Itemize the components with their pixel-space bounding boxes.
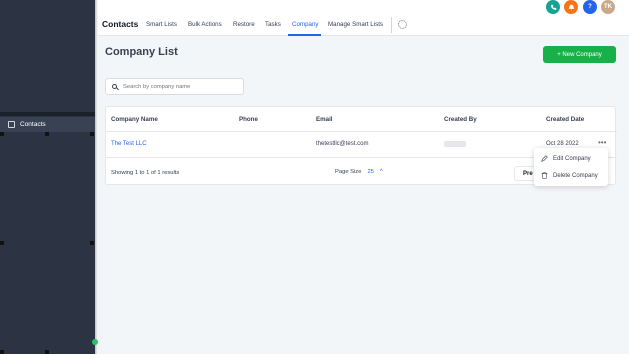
pagination-summary: Showing 1 to 1 of 1 results [111, 170, 180, 176]
column-header-email[interactable]: Email [316, 116, 333, 123]
gear-icon[interactable] [398, 20, 407, 29]
help-icon-label: ? [588, 4, 592, 10]
column-header-phone[interactable]: Phone [239, 116, 258, 123]
top-navigation: Contacts Smart Lists Bulk Actions Restor… [98, 0, 629, 36]
pencil-icon [541, 155, 548, 162]
new-company-button[interactable]: + New Company [543, 46, 616, 63]
company-name-link[interactable]: The Test LLC [111, 141, 147, 147]
resize-handle[interactable] [90, 132, 94, 136]
tab-manage-smart-lists[interactable]: Manage Smart Lists [328, 21, 383, 28]
help-icon[interactable]: ? [583, 0, 597, 14]
resize-handle[interactable] [45, 132, 49, 136]
search-icon [112, 84, 117, 89]
resize-handle[interactable] [90, 241, 94, 245]
user-avatar[interactable]: TK [601, 0, 615, 14]
search-input[interactable] [123, 83, 233, 90]
resize-handle[interactable] [0, 132, 4, 136]
tab-smart-lists[interactable]: Smart Lists [146, 21, 177, 28]
page-size-selector[interactable]: Page Size 25 ^ [335, 169, 383, 175]
sidebar: Contacts [0, 0, 95, 354]
phone-icon[interactable] [546, 0, 560, 14]
resize-handle[interactable] [0, 350, 4, 354]
user-avatar-initials: TK [604, 4, 612, 10]
tab-restore[interactable]: Restore [233, 21, 255, 28]
search-box[interactable] [105, 78, 244, 95]
header-divider [106, 131, 617, 132]
status-indicator [92, 339, 98, 345]
sidebar-item-label: Contacts [20, 121, 46, 128]
column-header-created-date[interactable]: Created Date [546, 116, 584, 123]
trash-icon [541, 172, 548, 179]
new-company-button-label: + New Company [557, 51, 602, 58]
menu-item-delete-company[interactable]: Delete Company [541, 172, 598, 179]
column-header-company-name[interactable]: Company Name [111, 116, 158, 123]
sidebar-item-contacts[interactable]: Contacts [0, 117, 95, 132]
cell-created-date: Oct 28 2022 [546, 141, 579, 147]
column-header-created-by[interactable]: Created By [444, 116, 477, 123]
resize-handle[interactable] [45, 350, 49, 354]
sidebar-divider [0, 112, 95, 116]
active-tab-indicator [288, 34, 321, 36]
previous-page-label: Pre [523, 170, 533, 177]
cell-created-by-redacted [444, 141, 466, 147]
nav-divider [391, 17, 392, 33]
tab-company[interactable]: Company [292, 21, 318, 28]
tab-tasks[interactable]: Tasks [265, 21, 281, 28]
page-size-value[interactable]: 25 [367, 169, 373, 175]
cell-email: thetestllc@test.com [316, 141, 369, 147]
menu-item-label: Edit Company [553, 155, 591, 162]
menu-item-edit-company[interactable]: Edit Company [541, 155, 591, 162]
contacts-icon [8, 121, 15, 128]
resize-handle[interactable] [0, 241, 4, 245]
page-title: Company List [105, 46, 178, 58]
page-header-title: Contacts [102, 19, 139, 29]
more-options-icon[interactable]: ••• [598, 138, 606, 147]
row-actions-menu: Edit Company Delete Company [534, 148, 608, 186]
tab-bulk-actions[interactable]: Bulk Actions [188, 21, 222, 28]
bell-icon[interactable] [564, 0, 578, 14]
main-content: Contacts Smart Lists Bulk Actions Restor… [98, 0, 629, 354]
menu-item-label: Delete Company [553, 172, 598, 179]
chevron-up-icon[interactable]: ^ [380, 169, 383, 175]
page-size-label: Page Size [335, 169, 362, 175]
